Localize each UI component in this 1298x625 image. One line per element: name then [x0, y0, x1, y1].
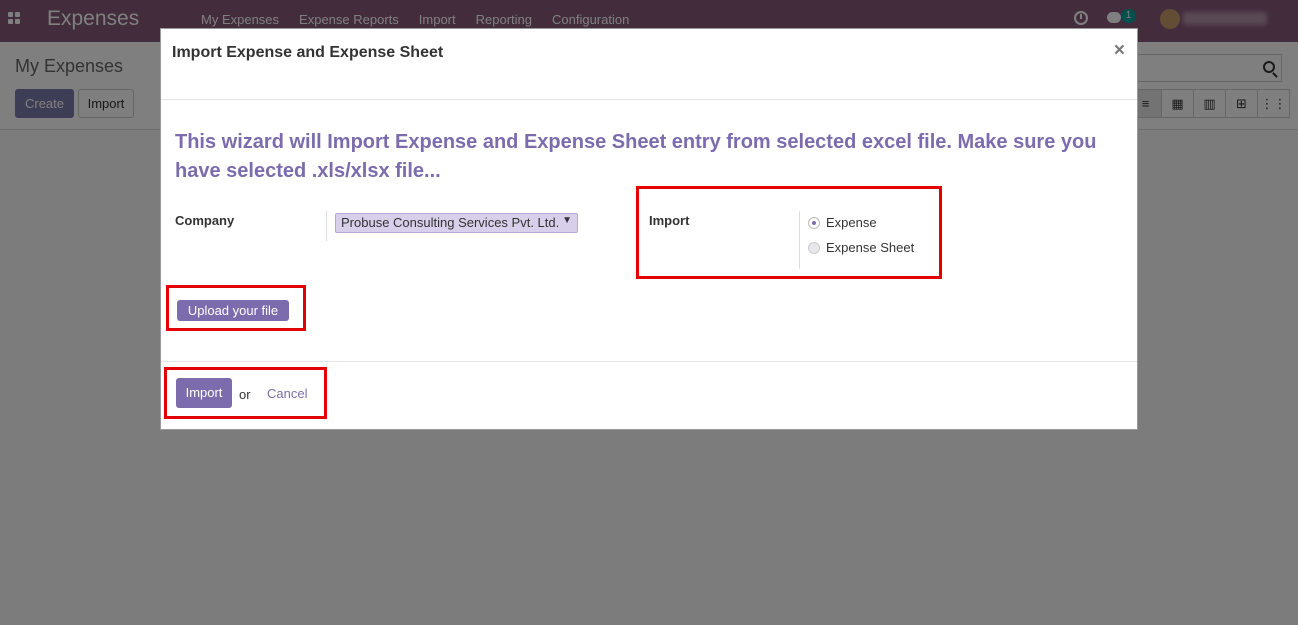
highlight-footer-actions: [164, 367, 327, 419]
wizard-instructions: This wizard will Import Expense and Expe…: [175, 131, 1097, 182]
company-label: Company: [175, 213, 235, 228]
highlight-upload: [166, 285, 306, 331]
company-select-value: Probuse Consulting Services Pvt. Ltd.: [341, 215, 560, 230]
dialog-header: Import Expense and Expense Sheet ×: [161, 29, 1137, 100]
company-divider: [326, 211, 327, 241]
chevron-down-icon: ▼: [562, 215, 572, 226]
company-select[interactable]: Probuse Consulting Services Pvt. Ltd. ▼: [335, 213, 578, 233]
dialog-title: Import Expense and Expense Sheet: [172, 44, 444, 61]
close-icon[interactable]: ×: [1114, 40, 1125, 62]
highlight-import-type: [636, 186, 942, 279]
